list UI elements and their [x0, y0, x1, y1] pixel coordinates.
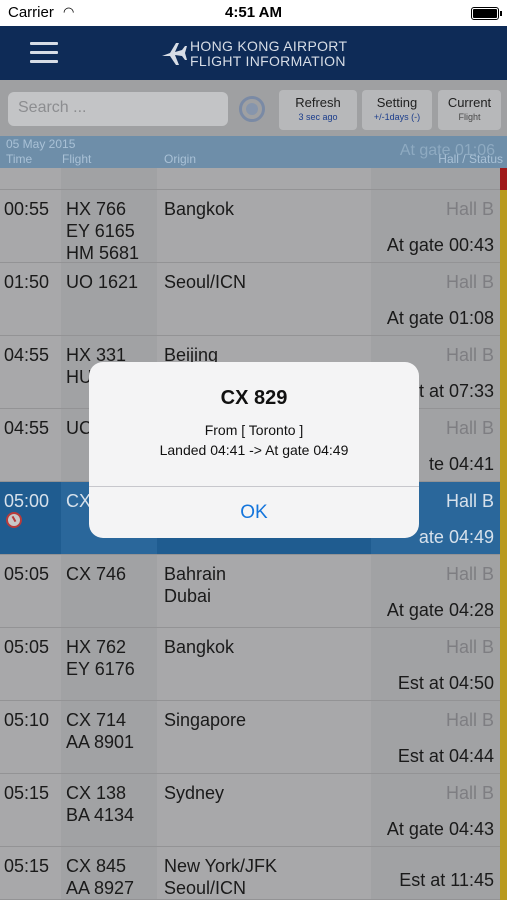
row-hall: Hall B: [445, 491, 494, 511]
row-time: 01:50: [4, 272, 50, 292]
row-status: At gate 01:08: [386, 308, 494, 328]
app-brand: HONG KONG AIRPORT FLIGHT INFORMATION: [160, 38, 360, 70]
alarm-icon[interactable]: [6, 512, 22, 528]
row-hall: Hall B: [445, 564, 494, 584]
row-status: Est at 04:44: [397, 746, 494, 766]
row-flights: HX 762 EY 6176: [66, 637, 135, 679]
row-hall: Hall B: [445, 710, 494, 730]
ok-button[interactable]: OK: [89, 487, 419, 538]
toolbar: Search ... Refresh 3 sec ago Setting +/-…: [0, 80, 507, 136]
row-flights: CX 138 BA 4134: [66, 783, 135, 825]
header-flight: Flight: [62, 152, 92, 166]
refresh-label: Refresh: [295, 95, 341, 110]
alert-title: CX 829: [220, 387, 288, 409]
row-hall: Hall B: [445, 418, 494, 438]
row-flights: CX 746: [66, 564, 127, 584]
header-time: Time: [6, 152, 33, 166]
title-line-1: HONG KONG AIRPORT: [190, 38, 348, 54]
current-sublabel: Flight: [458, 112, 481, 122]
table-row[interactable]: 01:50 UO 1621 Seoul/ICN Hall B At gate 01…: [0, 263, 500, 336]
row-origin: New York/JFK Seoul/ICN: [164, 856, 278, 898]
row-hall: Hall B: [445, 345, 494, 365]
row-time: 05:15: [4, 856, 50, 876]
row-origin: Sydney: [164, 783, 225, 803]
alert-origin: From [ Toronto ]: [204, 422, 304, 438]
status-bar: Carrier ◠ 4:51 AM: [0, 0, 507, 26]
flight-detail-alert: CX 829 From [ Toronto ] Landed 04:41 -> …: [89, 362, 419, 538]
row-flights: HX 766 EY 6165 HM 5681: [66, 199, 140, 263]
header-origin: Origin: [164, 152, 197, 166]
alert-status: Landed 04:41 -> At gate 04:49: [159, 442, 349, 458]
row-hall: Hall B: [445, 199, 494, 219]
setting-button[interactable]: Setting +/-1days (-): [362, 90, 432, 130]
row-status: At gate 04:28: [386, 600, 494, 620]
row-flights: CX 714 AA 8901: [66, 710, 135, 752]
row-status: At gate 04:43: [386, 819, 494, 839]
row-time: 05:00: [4, 491, 50, 511]
row-time: 05:05: [4, 637, 50, 657]
table-row[interactable]: 05:15 CX 138 BA 4134 Sydney Hall B At gat…: [0, 774, 500, 847]
row-flights: CX 845 AA 8927: [66, 856, 135, 898]
table-row[interactable]: 05:05 CX 746 Bahrain Dubai Hall B At gate…: [0, 555, 500, 628]
refresh-button[interactable]: Refresh 3 sec ago: [279, 90, 357, 130]
row-flights: UO 1621: [66, 272, 139, 292]
row-hall: Hall B: [445, 783, 494, 803]
row-status: te 04:41: [428, 454, 494, 474]
table-row[interactable]: [0, 168, 500, 190]
table-row[interactable]: 05:10 CX 714 AA 8901 Singapore Hall B Est…: [0, 701, 500, 774]
search-input[interactable]: Search ...: [8, 92, 228, 126]
row-status: ate 04:49: [418, 527, 494, 547]
airplane-icon: [162, 43, 187, 65]
row-status: Est at 11:45: [399, 870, 494, 890]
title-line-2: FLIGHT INFORMATION: [190, 53, 346, 69]
row-time: 05:05: [4, 564, 50, 584]
table-row[interactable]: 05:05 HX 762 EY 6176 Bangkok Hall B Est a…: [0, 628, 500, 701]
row-time: 04:55: [4, 345, 50, 365]
menu-button[interactable]: [30, 42, 58, 64]
row-origin: Bangkok: [164, 637, 235, 657]
current-flight-button[interactable]: Current Flight: [438, 90, 501, 130]
row-origin: Bahrain Dubai: [164, 564, 227, 606]
battery-icon: [471, 7, 502, 20]
setting-sublabel: +/-1days (-): [373, 112, 421, 122]
row-origin: Seoul/ICN: [164, 272, 247, 292]
row-time: 05:10: [4, 710, 50, 730]
row-hall: Hall B: [445, 637, 494, 657]
row-hall: Hall B: [445, 272, 494, 292]
refresh-sublabel: 3 sec ago: [298, 112, 338, 122]
table-row[interactable]: 05:15 CX 845 AA 8927 New York/JFK Seoul/…: [0, 847, 500, 900]
row-time: 04:55: [4, 418, 50, 438]
row-time: 00:55: [4, 199, 50, 219]
current-label: Current: [447, 95, 492, 110]
loading-spinner-icon: [239, 96, 265, 122]
row-origin: Singapore: [164, 710, 247, 730]
nav-bar: HONG KONG AIRPORT FLIGHT INFORMATION: [0, 26, 507, 80]
header-status: Hall / Status: [438, 152, 503, 166]
row-status: At gate 00:43: [386, 235, 494, 255]
row-origin: Bangkok: [164, 199, 235, 219]
table-header: 05 May 2015 At gate 01:06 Time Flight Or…: [0, 136, 507, 168]
row-status: Est at 04:50: [397, 673, 494, 693]
row-status: st at 07:33: [409, 381, 494, 401]
table-row[interactable]: 00:55 HX 766 EY 6165 HM 5681 Bangkok Hal…: [0, 190, 500, 263]
setting-label: Setting: [376, 95, 418, 110]
row-flights: CX: [66, 491, 92, 511]
row-time: 05:15: [4, 783, 50, 803]
clock: 4:51 AM: [225, 4, 282, 21]
status-color-strip: [500, 168, 507, 900]
date-label: 05 May 2015: [6, 137, 76, 151]
